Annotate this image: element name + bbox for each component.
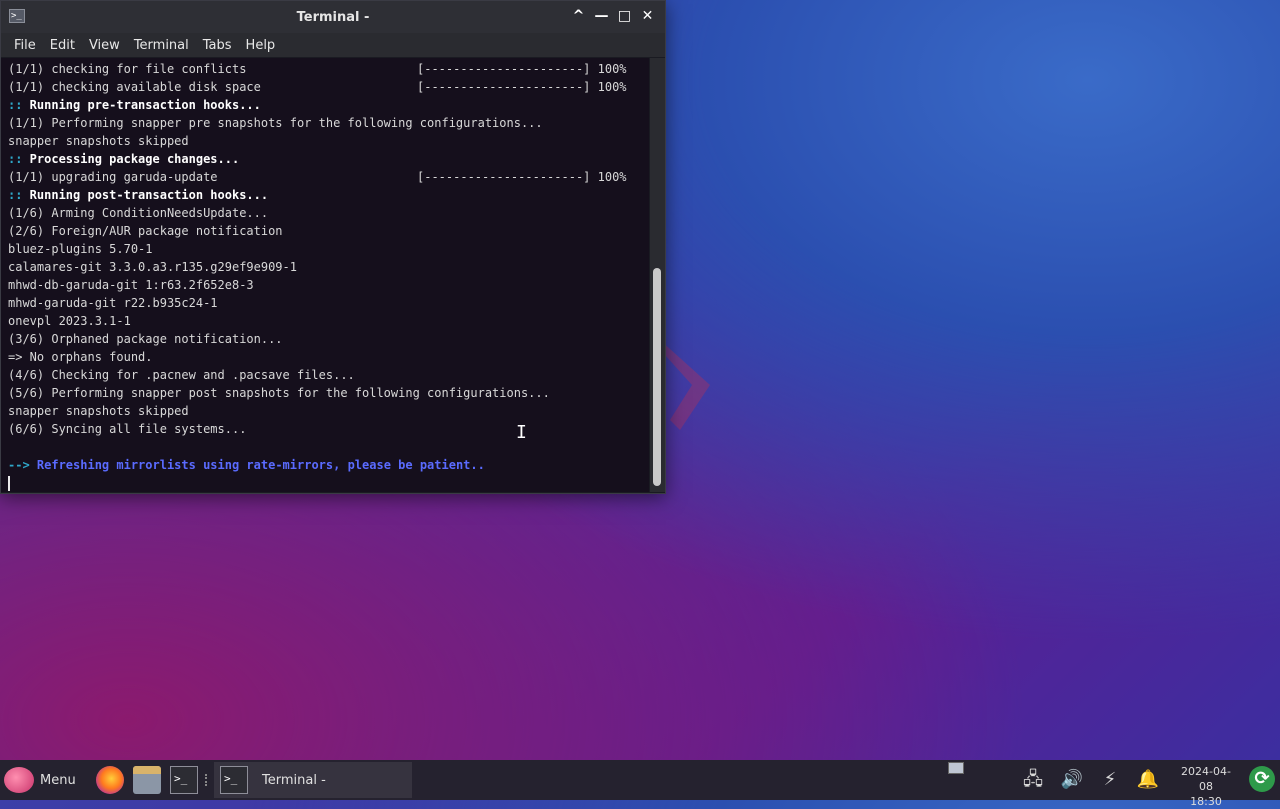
- terminal-window[interactable]: >_ Terminal - ^ — □ ✕ File Edit View Ter…: [0, 0, 666, 494]
- progress-bar-text: [----------------------] 100%: [417, 62, 627, 76]
- terminal-line: (2/6) Foreign/AUR package notification: [8, 222, 649, 240]
- line-text: Processing package changes...: [22, 152, 240, 166]
- line-text: (1/1) upgrading garuda-update: [8, 170, 218, 184]
- terminal-line: (1/1) Performing snapper pre snapshots f…: [8, 114, 649, 132]
- progress-bar-text: [----------------------] 100%: [417, 80, 627, 94]
- terminal-line: :: Running post-transaction hooks...: [8, 186, 649, 204]
- update-icon[interactable]: ⟳: [1249, 766, 1275, 792]
- window-titlebar[interactable]: >_ Terminal - ^ — □ ✕: [1, 1, 665, 33]
- menu-label: Menu: [40, 772, 76, 788]
- terminal-launcher-icon[interactable]: >_: [170, 766, 198, 794]
- power-icon[interactable]: ⚡: [1098, 768, 1122, 792]
- notifications-icon[interactable]: 🔔: [1136, 768, 1160, 792]
- window-title: Terminal -: [296, 10, 370, 25]
- menu-terminal[interactable]: Terminal: [127, 38, 196, 53]
- terminal-line: (6/6) Syncing all file systems...: [8, 420, 649, 438]
- line-text: bluez-plugins 5.70-1: [8, 242, 153, 256]
- line-text: Running pre-transaction hooks...: [22, 98, 261, 112]
- firefox-icon[interactable]: [96, 766, 124, 794]
- taskbar: Menu >_ >_ Terminal - 🖧 🔊 ⚡ 🔔 2024-04-08…: [0, 760, 1280, 808]
- workspace-switcher-icon[interactable]: [948, 762, 964, 774]
- menu-button[interactable]: Menu: [4, 766, 76, 794]
- terminal-line: (1/6) Arming ConditionNeedsUpdate...: [8, 204, 649, 222]
- terminal-line: (1/1) checking available disk space [----…: [8, 78, 649, 96]
- menu-file[interactable]: File: [7, 38, 43, 53]
- terminal-line: onevpl 2023.3.1-1: [8, 312, 649, 330]
- terminal-line: --> Refreshing mirrorlists using rate-mi…: [8, 456, 649, 474]
- line-text: onevpl 2023.3.1-1: [8, 314, 131, 328]
- close-button[interactable]: ✕: [638, 7, 657, 26]
- line-text: (6/6) Syncing all file systems...: [8, 422, 247, 436]
- line-text: (1/1) Performing snapper pre snapshots f…: [8, 116, 543, 130]
- terminal-line: bluez-plugins 5.70-1: [8, 240, 649, 258]
- menu-view[interactable]: View: [82, 38, 127, 53]
- task-terminal[interactable]: >_ Terminal -: [214, 762, 412, 798]
- line-text: Refreshing mirrorlists using rate-mirror…: [29, 458, 485, 472]
- task-label: Terminal -: [262, 772, 326, 788]
- terminal-line: snapper snapshots skipped: [8, 132, 649, 150]
- line-text: (3/6) Orphaned package notification...: [8, 332, 283, 346]
- line-text: (2/6) Foreign/AUR package notification: [8, 224, 283, 238]
- line-text: (1/6) Arming ConditionNeedsUpdate...: [8, 206, 269, 220]
- menu-tabs[interactable]: Tabs: [196, 38, 239, 53]
- terminal-line: (3/6) Orphaned package notification...: [8, 330, 649, 348]
- terminal-line: :: Processing package changes...: [8, 150, 649, 168]
- line-text: snapper snapshots skipped: [8, 134, 189, 148]
- maximize-button[interactable]: □: [615, 7, 634, 26]
- line-text: Running post-transaction hooks...: [22, 188, 269, 202]
- menubar: File Edit View Terminal Tabs Help: [1, 33, 665, 57]
- terminal-line: => No orphans found.: [8, 348, 649, 366]
- line-prefix: -->: [8, 458, 30, 472]
- shade-button[interactable]: ^: [569, 7, 588, 26]
- clock-time: 18:30: [1190, 795, 1222, 808]
- line-prefix: ::: [8, 98, 23, 112]
- line-text: snapper snapshots skipped: [8, 404, 189, 418]
- terminal-line: :: Running pre-transaction hooks...: [8, 96, 649, 114]
- clock-date: 2024-04-08: [1181, 765, 1231, 793]
- line-text: (1/1) checking available disk space: [8, 80, 261, 94]
- clock[interactable]: 2024-04-08 18:30: [1176, 764, 1236, 809]
- progress-bar-text: [----------------------] 100%: [417, 170, 627, 184]
- terminal-output[interactable]: (1/1) checking for file conflicts [------…: [1, 58, 649, 492]
- volume-icon[interactable]: 🔊: [1060, 768, 1084, 792]
- network-icon[interactable]: 🖧: [1021, 768, 1045, 792]
- terminal-line: mhwd-garuda-git r22.b935c24-1: [8, 294, 649, 312]
- line-prefix: ::: [8, 152, 23, 166]
- line-text: => No orphans found.: [8, 350, 153, 364]
- text-cursor: [8, 476, 10, 491]
- terminal-line: (4/6) Checking for .pacnew and .pacsave …: [8, 366, 649, 384]
- line-prefix: ::: [8, 188, 23, 202]
- terminal-line: snapper snapshots skipped: [8, 402, 649, 420]
- terminal-line: (1/1) upgrading garuda-update [----------…: [8, 168, 649, 186]
- terminal-line: (1/1) checking for file conflicts [------…: [8, 60, 649, 78]
- terminal-line: (5/6) Performing snapper post snapshots …: [8, 384, 649, 402]
- minimize-button[interactable]: —: [592, 7, 611, 26]
- scrollbar-thumb[interactable]: [653, 268, 661, 486]
- files-icon[interactable]: [133, 766, 161, 794]
- garuda-eagle-icon: [4, 767, 34, 793]
- text-cursor-icon: I: [516, 422, 527, 443]
- line-text: mhwd-db-garuda-git 1:r63.2f652e8-3: [8, 278, 254, 292]
- line-text: (1/1) checking for file conflicts: [8, 62, 247, 76]
- line-text: (5/6) Performing snapper post snapshots …: [8, 386, 550, 400]
- terminal-scrollbar[interactable]: [650, 58, 665, 492]
- terminal-prompt-line[interactable]: [8, 474, 649, 492]
- terminal-line: mhwd-db-garuda-git 1:r63.2f652e8-3: [8, 276, 649, 294]
- terminal-line: calamares-git 3.3.0.a3.r135.g29ef9e909-1: [8, 258, 649, 276]
- terminal-icon: >_: [220, 766, 248, 794]
- taskbar-separator: [205, 774, 209, 786]
- line-text: mhwd-garuda-git r22.b935c24-1: [8, 296, 218, 310]
- menu-help[interactable]: Help: [239, 38, 283, 53]
- menu-edit[interactable]: Edit: [43, 38, 82, 53]
- line-text: (4/6) Checking for .pacnew and .pacsave …: [8, 368, 355, 382]
- line-text: calamares-git 3.3.0.a3.r135.g29ef9e909-1: [8, 260, 297, 274]
